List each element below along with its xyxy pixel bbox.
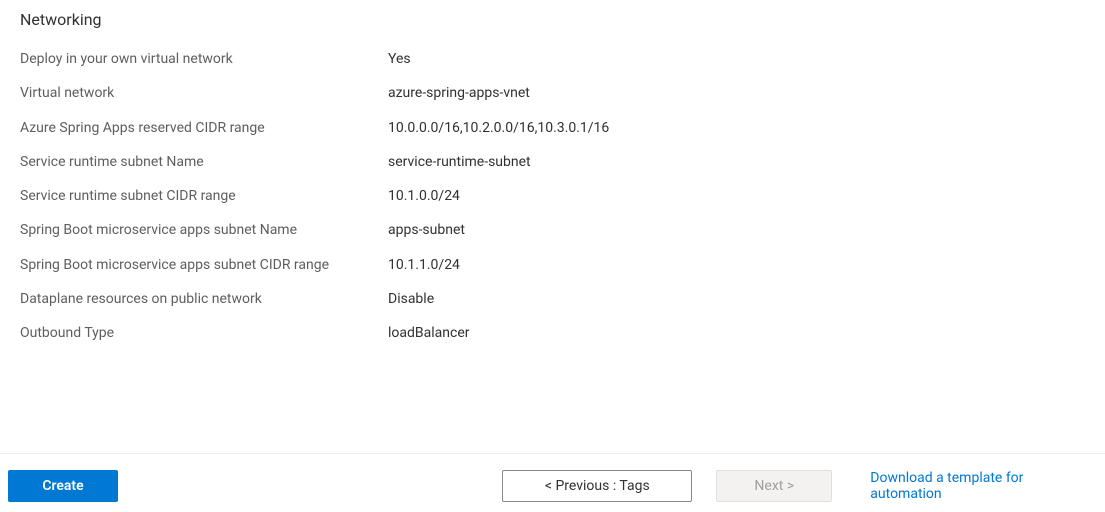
field-runtime-subnet-cidr: Service runtime subnet CIDR range 10.1.0…: [20, 186, 1085, 206]
field-label: Outbound Type: [20, 323, 388, 343]
field-label: Dataplane resources on public network: [20, 289, 388, 309]
nav-button-group: < Previous : Tags Next >: [502, 470, 832, 502]
field-label: Virtual network: [20, 83, 388, 103]
field-label: Service runtime subnet CIDR range: [20, 186, 388, 206]
field-outbound-type: Outbound Type loadBalancer: [20, 323, 1085, 343]
field-label: Spring Boot microservice apps subnet CID…: [20, 255, 388, 275]
field-label: Spring Boot microservice apps subnet Nam…: [20, 220, 388, 240]
field-value: Yes: [388, 49, 411, 69]
field-label: Deploy in your own virtual network: [20, 49, 388, 69]
field-value: 10.0.0.0/16,10.2.0.0/16,10.3.0.1/16: [388, 118, 609, 138]
next-button: Next >: [716, 470, 832, 502]
field-value: apps-subnet: [388, 220, 465, 240]
field-deploy-vnet: Deploy in your own virtual network Yes: [20, 49, 1085, 69]
field-value: service-runtime-subnet: [388, 152, 531, 172]
field-value: azure-spring-apps-vnet: [388, 83, 530, 103]
field-value: 10.1.1.0/24: [388, 255, 460, 275]
field-value: Disable: [388, 289, 434, 309]
field-vnet: Virtual network azure-spring-apps-vnet: [20, 83, 1085, 103]
field-cidr-range: Azure Spring Apps reserved CIDR range 10…: [20, 118, 1085, 138]
field-label: Azure Spring Apps reserved CIDR range: [20, 118, 388, 138]
field-label: Service runtime subnet Name: [20, 152, 388, 172]
field-dataplane-public: Dataplane resources on public network Di…: [20, 289, 1085, 309]
create-button[interactable]: Create: [8, 470, 118, 502]
download-template-link[interactable]: Download a template for automation: [870, 470, 1085, 502]
field-apps-subnet-cidr: Spring Boot microservice apps subnet CID…: [20, 255, 1085, 275]
field-runtime-subnet-name: Service runtime subnet Name service-runt…: [20, 152, 1085, 172]
networking-section: Networking Deploy in your own virtual ne…: [0, 0, 1105, 344]
section-title: Networking: [20, 10, 1085, 29]
previous-button[interactable]: < Previous : Tags: [502, 470, 692, 502]
field-value: 10.1.0.0/24: [388, 186, 460, 206]
field-apps-subnet-name: Spring Boot microservice apps subnet Nam…: [20, 220, 1085, 240]
field-value: loadBalancer: [388, 323, 469, 343]
wizard-footer: Create < Previous : Tags Next > Download…: [0, 453, 1105, 512]
